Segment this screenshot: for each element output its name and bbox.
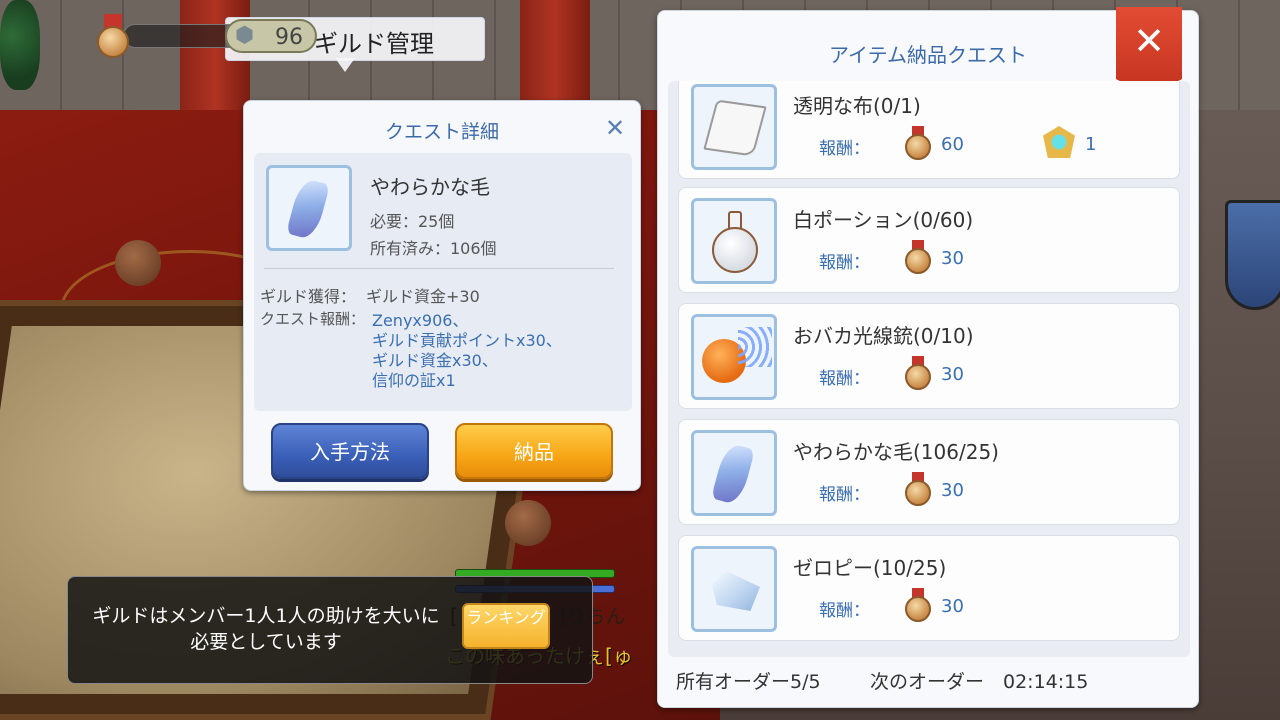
reward-line: ギルド貢献ポイントx30、 — [372, 331, 562, 350]
reward-label: 報酬： — [819, 601, 870, 621]
guild-level-badge: ⬢ 96 — [225, 19, 317, 53]
owned-count: 所有済み：106個 — [370, 239, 497, 258]
quest-item-card[interactable]: 透明な布(0/1) 報酬： 60 1 — [678, 81, 1180, 179]
close-icon: ✕ — [1133, 19, 1165, 63]
ranking-button[interactable]: ランキング — [462, 603, 550, 649]
item-name: やわらかな毛(106/25) — [793, 440, 999, 464]
close-icon[interactable]: ✕ — [602, 115, 628, 141]
next-order-timer: 次のオーダー 02:14:15 — [870, 671, 1089, 693]
guild-message-text: ギルドはメンバー1人1人の助けを大いに必要としています — [92, 605, 440, 653]
reward-value: 30 — [941, 480, 964, 501]
quest-detail-popup: クエスト詳細 ✕ やわらかな毛 必要：25個 所有済み：106個 ギルド獲得： … — [243, 100, 641, 491]
shield-decoration — [1225, 200, 1280, 310]
required-count: 必要：25個 — [370, 212, 455, 231]
reward-label: 報酬： — [819, 253, 870, 273]
guild-emblem-icon: ⬢ — [235, 23, 255, 48]
quest-item-card[interactable]: おバカ光線銃(0/10) 報酬： 30 — [678, 303, 1180, 409]
quest-detail-title: クエスト詳細 — [384, 121, 499, 143]
guild-level: 96 — [275, 25, 303, 50]
quest-item-card[interactable]: やわらかな毛(106/25) 報酬： 30 — [678, 419, 1180, 525]
item-name: 白ポーション(0/60) — [793, 208, 974, 232]
ray-gun-icon — [691, 314, 777, 400]
divider — [264, 268, 614, 269]
quest-detail-body: やわらかな毛 必要：25個 所有済み：106個 ギルド獲得： ギルド資金+30 … — [254, 153, 632, 411]
quest-reward-list: Zenyx906、 ギルド貢献ポイントx30、 ギルド資金x30、 信仰の証x1 — [372, 311, 562, 391]
reward-line: ギルド資金x30、 — [372, 351, 498, 370]
deliver-button[interactable]: 納品 — [455, 423, 613, 479]
cloth-icon — [691, 84, 777, 170]
jellopy-icon — [691, 546, 777, 632]
quest-reward-label: クエスト報酬： — [260, 310, 366, 328]
soft-feather-icon — [691, 430, 777, 516]
reward-label: 報酬： — [819, 369, 870, 389]
detail-item-name: やわらかな毛 — [370, 175, 490, 199]
how-to-obtain-button[interactable]: 入手方法 — [271, 423, 429, 479]
plant-decoration — [0, 0, 40, 90]
guild-medal-icon — [903, 126, 933, 164]
reward-line: 信仰の証x1 — [372, 371, 456, 390]
reward-value: 30 — [941, 364, 964, 385]
guild-title: ギルド管理 — [314, 30, 434, 58]
item-name: おバカ光線銃(0/10) — [793, 324, 974, 348]
speech-pointer — [335, 58, 355, 72]
table-post — [115, 240, 161, 286]
white-potion-icon — [691, 198, 777, 284]
red-pillar — [520, 0, 590, 110]
guild-medal-icon[interactable] — [95, 14, 131, 64]
reward-value: 30 — [941, 248, 964, 269]
owned-orders: 所有オーダー5/5 — [676, 671, 821, 693]
quest-item-list[interactable]: 透明な布(0/1) 報酬： 60 1 白ポーション(0/60) 報酬： 30 お… — [668, 81, 1190, 657]
guild-medal-icon — [903, 356, 933, 394]
guild-medal-icon — [903, 588, 933, 626]
guild-message-box: ギルドはメンバー1人1人の助けを大いに必要としています ランキング — [67, 576, 593, 684]
reward-label: 報酬： — [819, 485, 870, 505]
reward-line: Zenyx906、 — [372, 311, 469, 330]
quest-item-card[interactable]: ゼロピー(10/25) 報酬： 30 — [678, 535, 1180, 641]
reward-label: 報酬： — [819, 139, 870, 159]
soft-feather-icon — [266, 165, 352, 251]
reward-value: 30 — [941, 596, 964, 617]
guild-gain-label: ギルド獲得： — [260, 287, 357, 306]
table-post — [505, 500, 551, 546]
item-delivery-panel: アイテム納品クエスト ✕ 透明な布(0/1) 報酬： 60 1 白ポーション(0… — [657, 7, 1199, 708]
extra-reward-value: 1 — [1085, 134, 1097, 155]
quest-item-card[interactable]: 白ポーション(0/60) 報酬： 30 — [678, 187, 1180, 293]
item-name: 透明な布(0/1) — [793, 94, 921, 118]
guild-medal-icon — [903, 240, 933, 278]
reward-value: 60 — [941, 134, 964, 155]
gem-icon — [1043, 126, 1075, 158]
guild-gain-value: ギルド資金+30 — [366, 287, 480, 306]
item-name: ゼロピー(10/25) — [793, 556, 947, 580]
guild-medal-icon — [903, 472, 933, 510]
